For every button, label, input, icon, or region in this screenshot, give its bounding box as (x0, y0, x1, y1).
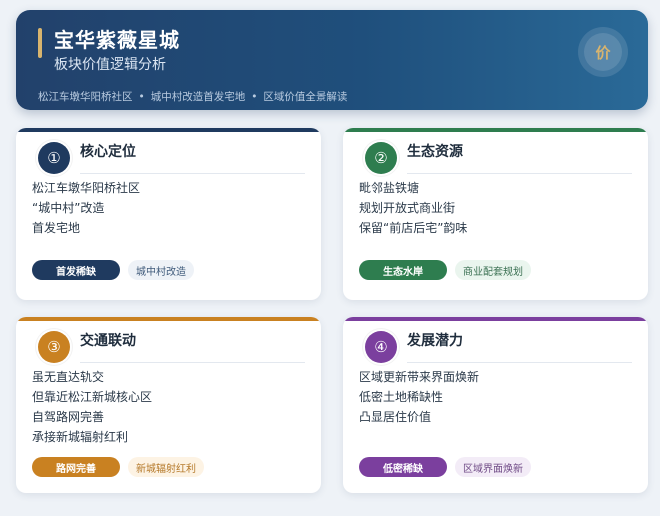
card-line: 低密土地稀缺性 (359, 390, 444, 404)
card-line: 首发宅地 (32, 221, 81, 235)
page-subtitle: 板块价值逻辑分析 (54, 57, 166, 73)
card-line: 承接新城辐射红利 (32, 430, 129, 444)
price-badge: 价 (578, 27, 628, 77)
card-lines: 区域更新带来界面焕新 低密土地稀缺性 凸显居住价值 (359, 367, 479, 427)
card-accent-line (343, 317, 648, 321)
card-divider (407, 173, 632, 174)
card-tags: 首发稀缺 城中村改造 (32, 260, 194, 280)
card-accent-line (16, 317, 321, 321)
card-core-positioning: ① 核心定位 松江车墩华阳桥社区 “城中村”改造 首发宅地 首发稀缺 城中村改造 (16, 128, 321, 300)
card-line: 保留“前店后宅”韵味 (359, 221, 468, 235)
card-ecology: ② 生态资源 毗邻盐铁塘 规划开放式商业街 保留“前店后宅”韵味 生态水岸 商业… (343, 128, 648, 300)
card-accent-line (343, 128, 648, 132)
card-transport: ③ 交通联动 虽无直达轨交 但靠近松江新城核心区 自驾路网完善 承接新城辐射红利… (16, 317, 321, 493)
card-number-badge: ④ (365, 331, 397, 363)
page-title: 宝华紫薇星城 (54, 28, 180, 52)
tag-solid: 低密稀缺 (359, 457, 447, 477)
card-tags: 低密稀缺 区域界面焕新 (359, 457, 531, 477)
dot-separator: • (138, 91, 145, 103)
card-line: 区域更新带来界面焕新 (359, 370, 480, 384)
card-number-badge: ③ (38, 331, 70, 363)
dot-separator: • (251, 91, 258, 103)
card-line: 但靠近松江新城核心区 (32, 390, 153, 404)
card-potential: ④ 发展潜力 区域更新带来界面焕新 低密土地稀缺性 凸显居住价值 低密稀缺 区域… (343, 317, 648, 493)
card-line: 规划开放式商业街 (359, 201, 456, 215)
tag-soft: 商业配套规划 (455, 260, 531, 280)
title-accent-bar (38, 28, 42, 58)
card-line: 凸显居住价值 (359, 410, 432, 424)
card-lines: 毗邻盐铁塘 规划开放式商业街 保留“前店后宅”韵味 (359, 178, 467, 238)
header-tag: 城中村改造首发宅地 (150, 91, 246, 103)
tag-solid: 首发稀缺 (32, 260, 120, 280)
card-lines: 松江车墩华阳桥社区 “城中村”改造 首发宅地 (32, 178, 140, 238)
card-number-badge: ① (38, 142, 70, 174)
card-divider (80, 173, 305, 174)
header-banner: 宝华紫薇星城 板块价值逻辑分析 松江车墩华阳桥社区 • 城中村改造首发宅地 • 区域价值… (16, 10, 648, 110)
tag-soft: 城中村改造 (128, 260, 194, 280)
card-title: 发展潜力 (407, 333, 463, 349)
card-title: 生态资源 (407, 144, 463, 160)
header-tag-line: 松江车墩华阳桥社区 • 城中村改造首发宅地 • 区域价值全景解读 (38, 89, 347, 104)
card-title: 交通联动 (80, 333, 136, 349)
header-tag: 区域价值全景解读 (263, 91, 348, 103)
tag-soft: 区域界面焕新 (455, 457, 531, 477)
card-divider (407, 362, 632, 363)
price-badge-label: 价 (584, 33, 622, 71)
header-tag: 松江车墩华阳桥社区 (38, 91, 133, 103)
card-line: 毗邻盐铁塘 (359, 181, 420, 195)
card-lines: 虽无直达轨交 但靠近松江新城核心区 自驾路网完善 承接新城辐射红利 (32, 367, 152, 447)
card-line: 松江车墩华阳桥社区 (32, 181, 141, 195)
card-line: “城中村”改造 (32, 201, 105, 215)
tag-soft: 新城辐射红利 (128, 457, 204, 477)
card-number-badge: ② (365, 142, 397, 174)
card-accent-line (16, 128, 321, 132)
card-line: 自驾路网完善 (32, 410, 105, 424)
tag-solid: 路网完善 (32, 457, 120, 477)
card-tags: 生态水岸 商业配套规划 (359, 260, 531, 280)
tag-solid: 生态水岸 (359, 260, 447, 280)
card-line: 虽无直达轨交 (32, 370, 105, 384)
card-title: 核心定位 (80, 144, 136, 160)
card-divider (80, 362, 305, 363)
card-tags: 路网完善 新城辐射红利 (32, 457, 204, 477)
